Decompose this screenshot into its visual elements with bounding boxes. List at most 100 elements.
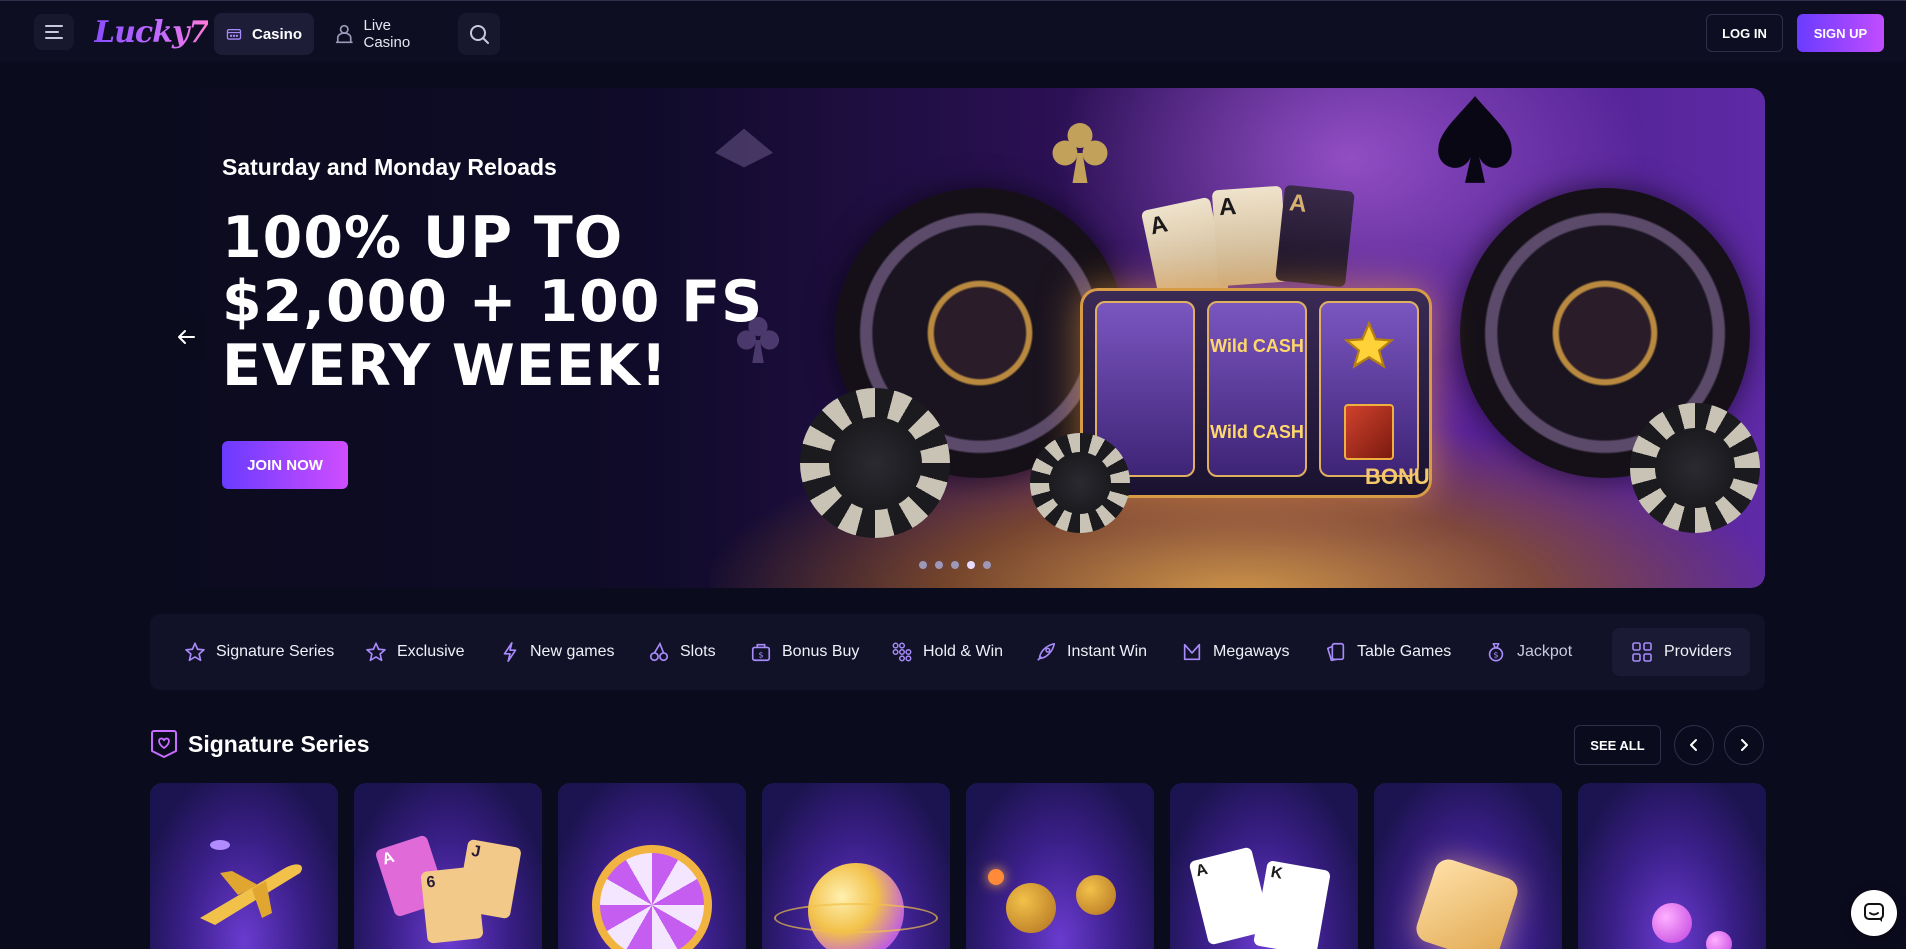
book-icon: [1344, 403, 1394, 460]
chevron-right-icon: [1741, 739, 1748, 751]
category-hold-and-win[interactable]: Hold & Win: [891, 614, 1003, 690]
airplane-icon: [200, 840, 303, 925]
carousel-dot[interactable]: [967, 561, 975, 569]
cherries-icon: [649, 641, 669, 662]
bonus-label: BONU: [1365, 464, 1430, 489]
bomb-icon: [1006, 883, 1056, 933]
svg-text:$: $: [758, 650, 763, 660]
tab-casino[interactable]: Casino: [214, 13, 314, 55]
scroll-prev-button[interactable]: [1674, 725, 1714, 765]
star-outline-icon: [185, 642, 205, 662]
fortune-wheel-icon: [592, 845, 712, 949]
scroll-next-button[interactable]: [1724, 725, 1764, 765]
orbit-ring: [774, 903, 938, 933]
menu-toggle-button[interactable]: [34, 14, 74, 50]
category-label: Table Games: [1357, 643, 1452, 660]
arrow-left-icon: [178, 330, 195, 344]
carousel-dot[interactable]: [919, 561, 927, 569]
category-label: Bonus Buy: [782, 643, 860, 660]
game-card-soccer[interactable]: [762, 783, 950, 949]
category-slots[interactable]: Slots: [648, 614, 716, 690]
site-logo[interactable]: Lucky7: [94, 11, 209, 53]
category-label: New games: [530, 643, 615, 660]
svg-text:$: $: [1493, 650, 1498, 660]
tab-label: Live Casino: [363, 17, 411, 51]
hamburger-line: [45, 25, 63, 27]
category-instant-win[interactable]: Instant Win: [1035, 614, 1147, 690]
casino-chip: [1030, 433, 1130, 533]
category-label: Exclusive: [397, 643, 465, 660]
see-all-button[interactable]: SEE ALL: [1574, 725, 1661, 765]
hero-banner[interactable]: A A A Wild CASH Wild CASH BONU Saturday …: [150, 88, 1765, 588]
login-button[interactable]: LOG IN: [1706, 14, 1783, 52]
game-card-poker[interactable]: A K: [1170, 783, 1358, 949]
category-jackpot[interactable]: $ Jackpot: [1485, 614, 1572, 690]
promo-title-line: $2,000 + 100 FS: [222, 269, 764, 335]
money-bag-icon: $: [1488, 643, 1504, 662]
game-card-bombs[interactable]: [966, 783, 1154, 949]
rocket-icon: [1037, 642, 1056, 661]
category-bonus-buy[interactable]: $ Bonus Buy: [750, 614, 859, 690]
star-icon: [1343, 320, 1395, 369]
hero-prev-button[interactable]: [166, 313, 206, 361]
cards-icon: [1326, 642, 1345, 662]
spade-suit-icon: [1438, 96, 1512, 183]
providers-button[interactable]: Providers: [1612, 628, 1750, 676]
category-megaways[interactable]: Megaways: [1181, 614, 1289, 690]
carousel-dot[interactable]: [983, 561, 991, 569]
game-card-dice[interactable]: [1374, 783, 1562, 949]
game-card-wheel[interactable]: [558, 783, 746, 949]
slot-reel: [1319, 301, 1419, 477]
providers-label: Providers: [1664, 643, 1732, 660]
playing-card: A: [1275, 184, 1355, 288]
crown-m-icon: [1183, 643, 1201, 661]
heart-badge-icon: [151, 730, 177, 758]
grid-icon: [1632, 642, 1652, 662]
tab-live-casino[interactable]: Live Casino: [323, 13, 448, 55]
dealer-icon: [335, 24, 353, 44]
category-label: Slots: [680, 643, 716, 660]
bomb-icon: [1076, 875, 1116, 915]
category-label: Hold & Win: [923, 643, 1004, 660]
promo-title-line: 100% UP TO: [222, 205, 624, 271]
casino-icon: [226, 28, 242, 40]
category-label: Signature Series: [216, 643, 335, 660]
wild-cash-label: Wild CASH: [1210, 335, 1304, 356]
game-card-airplane[interactable]: [150, 783, 338, 949]
search-button[interactable]: [458, 13, 500, 55]
carousel-dots: [919, 561, 991, 569]
category-new-games[interactable]: New games: [500, 614, 614, 690]
promo-subtitle: Saturday and Monday Reloads: [222, 154, 557, 180]
chat-support-button[interactable]: [1851, 890, 1897, 936]
category-bar: Signature Series Exclusive New games Slo…: [150, 614, 1765, 690]
category-label: Megaways: [1213, 643, 1290, 660]
hamburger-line: [45, 31, 59, 33]
join-now-button[interactable]: JOIN NOW: [222, 441, 348, 489]
game-card-plinko[interactable]: [1578, 783, 1766, 949]
promo-title-line: EVERY WEEK!: [222, 333, 668, 399]
spark-icon: [988, 869, 1004, 885]
chat-icon: [1864, 903, 1884, 922]
tab-label: Casino: [251, 25, 302, 43]
diamond-suit-icon: [715, 128, 773, 168]
casino-chip: [800, 388, 950, 538]
chevron-left-icon: [1690, 739, 1697, 751]
carousel-dot[interactable]: [935, 561, 943, 569]
lightning-icon: [503, 642, 517, 662]
category-exclusive[interactable]: Exclusive: [365, 614, 465, 690]
category-signature-series[interactable]: Signature Series: [184, 614, 334, 690]
category-table-games[interactable]: Table Games: [1325, 614, 1451, 690]
club-suit-icon: [1052, 123, 1108, 183]
search-icon: [470, 25, 489, 44]
playing-card: K: [1253, 860, 1331, 949]
carousel-dot[interactable]: [951, 561, 959, 569]
wild-cash-label: Wild CASH: [1210, 421, 1304, 442]
section-title: Signature Series: [188, 730, 370, 757]
slot-reel: Wild CASH Wild CASH: [1207, 301, 1307, 477]
game-card-cards[interactable]: A 6 J: [354, 783, 542, 949]
hamburger-line: [45, 37, 63, 39]
bonus-bag-icon: $: [751, 643, 771, 662]
playing-card: J: [456, 838, 522, 920]
signup-button[interactable]: SIGN UP: [1797, 14, 1884, 52]
ball-icon: [1652, 903, 1692, 943]
